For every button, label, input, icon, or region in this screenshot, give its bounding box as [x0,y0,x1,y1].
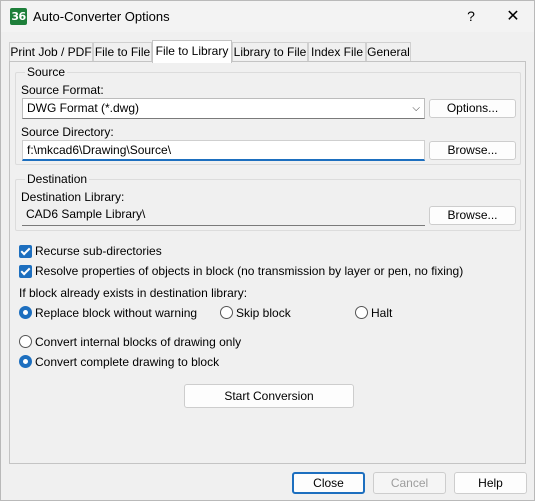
destination-library-field[interactable]: CAD6 Sample Library\ [22,205,425,226]
tab-general[interactable]: General [366,42,411,62]
source-group-title: Source [25,65,68,79]
help-button[interactable]: Help [454,472,527,494]
source-directory-input[interactable]: f:\mkcad6\Drawing\Source\ [22,140,425,161]
close-button[interactable]: Close [292,472,365,494]
resolve-checkbox[interactable] [19,265,32,278]
tab-library-to-file[interactable]: Library to File [232,42,308,62]
convert-internal-label[interactable]: Convert internal blocks of drawing only [35,335,241,349]
app-icon: 36 [10,8,27,25]
destination-group: Destination Destination Library: CAD6 Sa… [15,172,521,231]
halt-label[interactable]: Halt [371,306,392,320]
replace-radio[interactable] [19,306,32,319]
window-title: Auto-Converter Options [33,9,170,24]
title-bar[interactable]: 36 Auto-Converter Options ? ✕ [1,1,534,32]
convert-complete-radio[interactable] [19,355,32,368]
halt-radio[interactable] [355,306,368,319]
tab-file-to-file[interactable]: File to File [93,42,152,62]
source-format-value: DWG Format (*.dwg) [27,101,140,115]
recurse-label[interactable]: Recurse sub-directories [35,244,162,258]
destination-library-label: Destination Library: [21,190,125,204]
destination-browse-button[interactable]: Browse... [429,206,516,225]
source-format-select[interactable]: DWG Format (*.dwg) ⌵ [22,98,425,119]
chevron-down-icon: ⌵ [412,103,420,114]
convert-internal-radio[interactable] [19,335,32,348]
tab-file-to-library[interactable]: File to Library [152,40,232,63]
dialog-footer: Close Cancel Help [1,464,534,500]
resolve-label[interactable]: Resolve properties of objects in block (… [35,264,463,278]
start-conversion-button[interactable]: Start Conversion [184,384,354,408]
tab-index-file[interactable]: Index File [308,42,366,62]
source-browse-button[interactable]: Browse... [429,141,516,160]
tab-print-job-pdf[interactable]: Print Job / PDF [9,42,93,62]
close-icon[interactable]: ✕ [492,1,534,32]
source-options-button[interactable]: Options... [429,99,516,118]
source-directory-label: Source Directory: [21,125,114,139]
source-format-label: Source Format: [21,83,104,97]
auto-converter-dialog: 36 Auto-Converter Options ? ✕ Print Job … [0,0,535,501]
skip-label[interactable]: Skip block [236,306,291,320]
replace-label[interactable]: Replace block without warning [35,306,197,320]
source-group: Source Source Format: DWG Format (*.dwg)… [15,65,521,165]
skip-radio[interactable] [220,306,233,319]
cancel-button[interactable]: Cancel [373,472,446,494]
exists-prompt: If block already exists in destination l… [19,286,248,300]
convert-complete-label[interactable]: Convert complete drawing to block [35,355,219,369]
help-icon[interactable]: ? [451,1,491,32]
destination-group-title: Destination [25,172,90,186]
tab-page-file-to-library: Source Source Format: DWG Format (*.dwg)… [9,61,526,464]
recurse-checkbox[interactable] [19,245,32,258]
